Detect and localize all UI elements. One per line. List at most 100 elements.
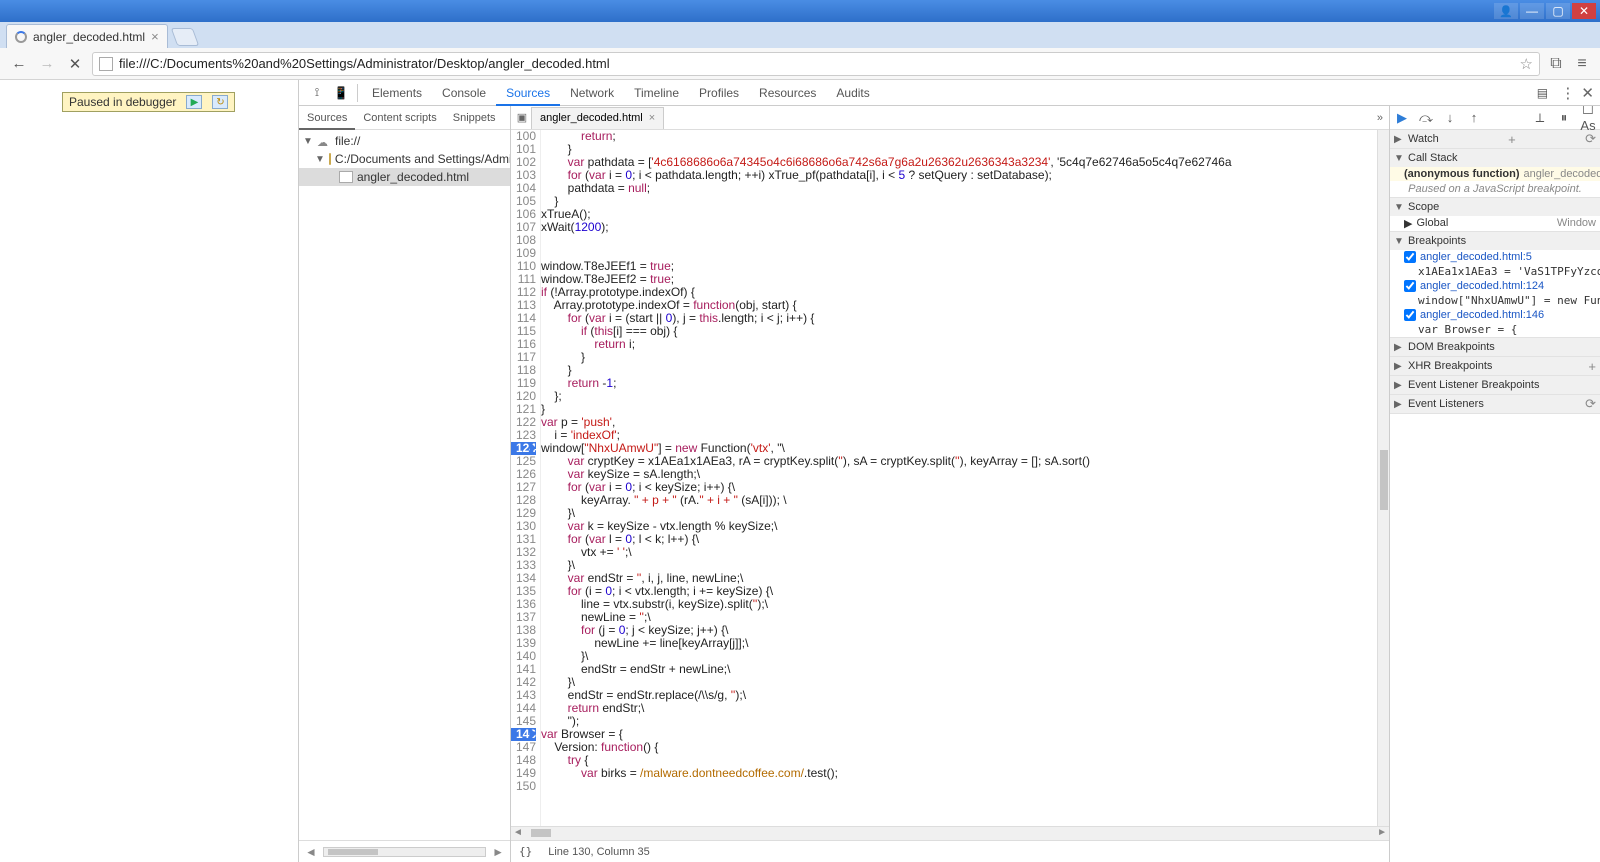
nav-tab-content-scripts[interactable]: Content scripts bbox=[355, 106, 444, 130]
event-listeners-refresh-icon[interactable]: ⟳ bbox=[1585, 396, 1596, 412]
file-tree[interactable]: ▼ file:// ▼ C:/Documents and Settings/Ad… bbox=[299, 130, 510, 840]
code-line[interactable]: } bbox=[541, 195, 1389, 208]
code-line[interactable]: var p = 'push', bbox=[541, 416, 1389, 429]
code-line[interactable]: return; bbox=[541, 130, 1389, 143]
callstack-section-header[interactable]: ▼Call Stack bbox=[1390, 149, 1600, 167]
resume-button[interactable]: ▶ bbox=[1394, 110, 1410, 126]
step-out-button[interactable]: ↑ bbox=[1466, 110, 1482, 125]
tab-network[interactable]: Network bbox=[560, 80, 624, 106]
show-navigator-icon[interactable]: ▣ bbox=[513, 111, 531, 124]
tree-file[interactable]: angler_decoded.html bbox=[299, 168, 510, 186]
line-number[interactable]: 124 bbox=[511, 442, 536, 455]
tab-resources[interactable]: Resources bbox=[749, 80, 826, 106]
window-close-button[interactable]: ✕ bbox=[1572, 3, 1596, 19]
new-tab-button[interactable] bbox=[170, 28, 199, 46]
devtools-extra-icon[interactable]: ▤ bbox=[1530, 81, 1554, 105]
code-line[interactable]: } bbox=[541, 364, 1389, 377]
devtools-close-icon[interactable]: ✕ bbox=[1581, 84, 1594, 102]
code-line[interactable]: endStr = endStr + newLine;\ bbox=[541, 663, 1389, 676]
watch-section-header[interactable]: ▶Watch + ⟳ bbox=[1390, 130, 1600, 148]
forward-button[interactable]: → bbox=[36, 53, 58, 75]
code-line[interactable]: return -1; bbox=[541, 377, 1389, 390]
tab-console[interactable]: Console bbox=[432, 80, 496, 106]
code-line[interactable]: var Browser = { bbox=[541, 728, 1389, 741]
tab-sources[interactable]: Sources bbox=[496, 80, 560, 106]
code-line[interactable]: } bbox=[541, 403, 1389, 416]
tab-audits[interactable]: Audits bbox=[826, 80, 879, 106]
tree-folder[interactable]: ▼ C:/Documents and Settings/Administrato… bbox=[299, 150, 510, 168]
xhr-breakpoints-header[interactable]: ▶XHR Breakpoints+ bbox=[1390, 357, 1600, 375]
xhr-add-icon[interactable]: + bbox=[1588, 359, 1596, 374]
nav-next-icon[interactable]: ► bbox=[492, 845, 504, 859]
code-line[interactable]: xWait(1200); bbox=[541, 221, 1389, 234]
code-line[interactable]: return i; bbox=[541, 338, 1389, 351]
bookmark-star-icon[interactable]: ☆ bbox=[1520, 55, 1533, 73]
code-line[interactable]: } bbox=[541, 351, 1389, 364]
async-toggle[interactable]: ☐ As bbox=[1580, 106, 1596, 133]
tab-elements[interactable]: Elements bbox=[362, 80, 432, 106]
event-listeners-header[interactable]: ▶Event Listeners⟳ bbox=[1390, 395, 1600, 413]
nav-tab-snippets[interactable]: Snippets bbox=[445, 106, 504, 130]
line-number[interactable]: 146 bbox=[511, 728, 536, 741]
editor-vscrollbar[interactable] bbox=[1377, 130, 1389, 826]
tree-origin[interactable]: ▼ file:// bbox=[299, 132, 510, 150]
device-mode-icon[interactable]: 📱 bbox=[329, 81, 353, 105]
watch-add-icon[interactable]: + bbox=[1508, 132, 1516, 147]
editor-hscrollbar[interactable] bbox=[511, 826, 1389, 840]
window-maximize-button[interactable]: ▢ bbox=[1546, 3, 1570, 19]
code-line[interactable]: xTrueA(); bbox=[541, 208, 1389, 221]
breakpoint-checkbox[interactable] bbox=[1404, 280, 1416, 292]
editor-tabs-overflow-icon[interactable]: » bbox=[1371, 112, 1389, 124]
breakpoint-checkbox[interactable] bbox=[1404, 251, 1416, 263]
window-minimize-button[interactable]: — bbox=[1520, 3, 1544, 19]
pretty-print-icon[interactable]: {} bbox=[519, 845, 532, 858]
code-line[interactable]: newLine += line[keyArray[j]];\ bbox=[541, 637, 1389, 650]
code-line[interactable]: if (this[i] === obj) { bbox=[541, 325, 1389, 338]
nav-prev-icon[interactable]: ◄ bbox=[305, 845, 317, 859]
code-line[interactable]: pathdata = null; bbox=[541, 182, 1389, 195]
paused-pill-resume-button[interactable]: ▶ bbox=[186, 95, 202, 109]
editor-tab-close-icon[interactable]: × bbox=[649, 107, 655, 129]
browser-tab[interactable]: angler_decoded.html × bbox=[6, 24, 168, 48]
breakpoints-section-header[interactable]: ▼Breakpoints bbox=[1390, 232, 1600, 250]
chrome-menu-icon[interactable]: ≡ bbox=[1572, 54, 1592, 74]
breakpoint-entry[interactable]: angler_decoded.html:5 bbox=[1390, 250, 1600, 264]
devtools-menu-icon[interactable]: ⋮ bbox=[1560, 84, 1575, 102]
code-line[interactable]: for (var i = 0; i < pathdata.length; ++i… bbox=[541, 169, 1389, 182]
code-line[interactable]: var birks = /malware.dontneedcoffee.com/… bbox=[541, 767, 1389, 780]
code-line[interactable]: "); bbox=[541, 715, 1389, 728]
tab-close-icon[interactable]: × bbox=[151, 29, 159, 44]
breakpoint-entry[interactable]: angler_decoded.html:124 bbox=[1390, 279, 1600, 293]
address-bar[interactable]: file:///C:/Documents%20and%20Settings/Ad… bbox=[92, 52, 1540, 76]
code-line[interactable]: }; bbox=[541, 390, 1389, 403]
watch-refresh-icon[interactable]: ⟳ bbox=[1585, 131, 1596, 147]
pause-on-exceptions-button[interactable]: ⏸ bbox=[1556, 110, 1572, 126]
code-line[interactable]: return endStr;\ bbox=[541, 702, 1389, 715]
code-line[interactable]: for (var l = 0; l < k; l++) {\ bbox=[541, 533, 1389, 546]
back-button[interactable]: ← bbox=[8, 53, 30, 75]
code-line[interactable] bbox=[541, 780, 1389, 793]
dom-breakpoints-header[interactable]: ▶DOM Breakpoints bbox=[1390, 338, 1600, 356]
tab-profiles[interactable]: Profiles bbox=[689, 80, 749, 106]
code-line[interactable]: keyArray. " + p + " (rA." + i + " (sA[i]… bbox=[541, 494, 1389, 507]
code-line[interactable]: Version: function() { bbox=[541, 741, 1389, 754]
step-over-button[interactable]: ⤼ bbox=[1418, 110, 1434, 126]
editor-tab[interactable]: angler_decoded.html × bbox=[531, 107, 664, 129]
code-line[interactable]: endStr = endStr.replace(/\\s/g, '');\ bbox=[541, 689, 1389, 702]
paused-pill-step-button[interactable]: ↻ bbox=[212, 95, 228, 109]
event-listener-breakpoints-header[interactable]: ▶Event Listener Breakpoints bbox=[1390, 376, 1600, 394]
scope-global[interactable]: ▶ Global Window bbox=[1390, 216, 1600, 231]
line-number[interactable]: 150 bbox=[511, 780, 536, 793]
extension-icon[interactable]: ⧉ bbox=[1546, 54, 1566, 74]
step-into-button[interactable]: ↓ bbox=[1442, 110, 1458, 125]
tab-timeline[interactable]: Timeline bbox=[624, 80, 689, 106]
scope-section-header[interactable]: ▼Scope bbox=[1390, 198, 1600, 216]
navigator-hscroll[interactable] bbox=[323, 847, 486, 857]
code-line[interactable]: vtx += ' ';\ bbox=[541, 546, 1389, 559]
code-line[interactable]: line = vtx.substr(i, keySize).split('');… bbox=[541, 598, 1389, 611]
nav-tab-sources[interactable]: Sources bbox=[299, 106, 355, 130]
stop-reload-button[interactable]: ✕ bbox=[64, 53, 86, 75]
code-area[interactable]: 1001011021031041051061071081091101111121… bbox=[511, 130, 1389, 826]
breakpoint-checkbox[interactable] bbox=[1404, 309, 1416, 321]
inspect-element-icon[interactable]: ⟟ bbox=[305, 81, 329, 105]
